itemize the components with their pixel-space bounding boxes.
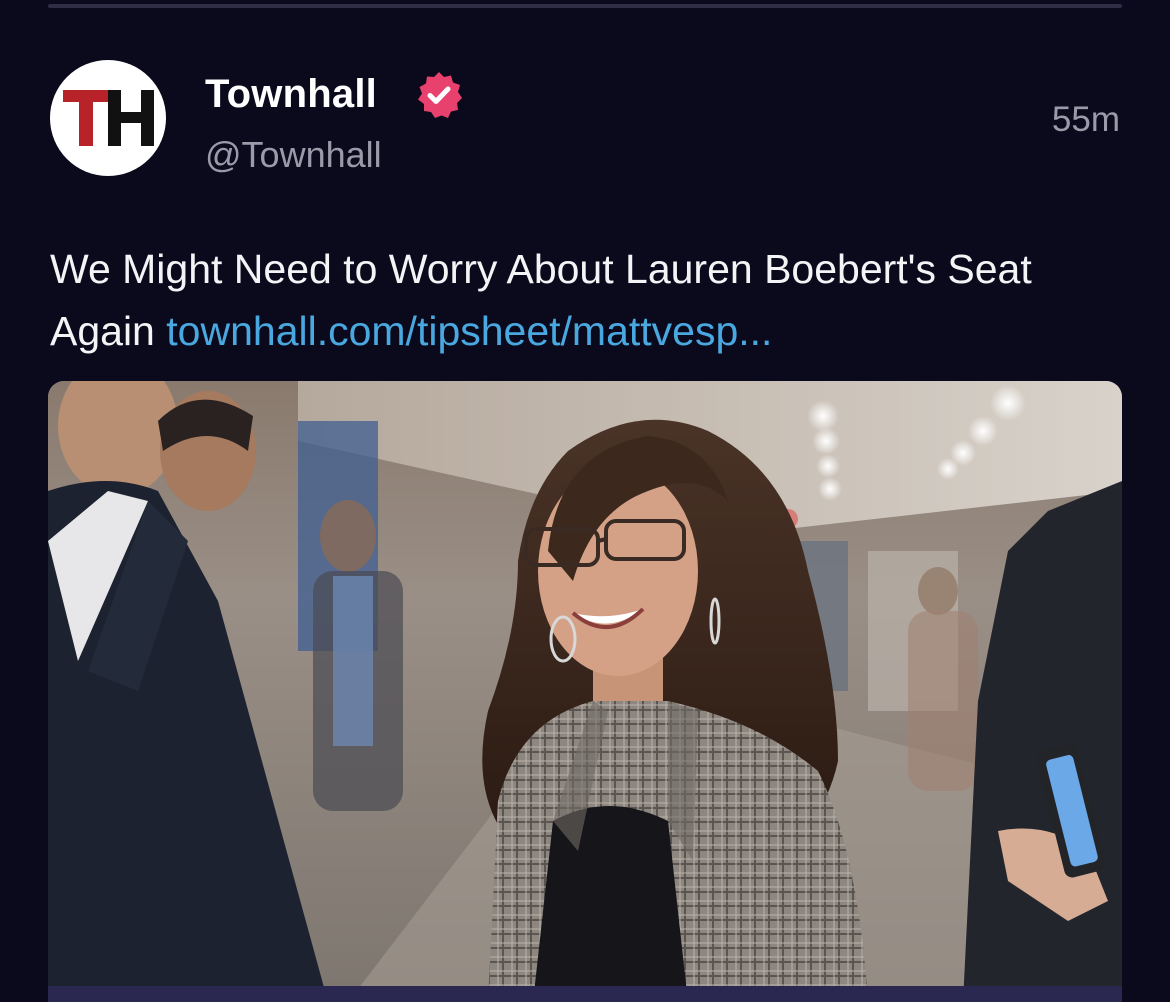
post-link[interactable]: townhall.com/tipsheet/mattvesp...	[166, 308, 772, 354]
townhall-logo-icon	[63, 90, 154, 146]
verified-badge-icon	[418, 72, 462, 118]
news-photo	[48, 381, 1122, 1002]
post-card[interactable]: Townhall @Townhall 55m We Might Need to …	[0, 0, 1170, 1002]
author-handle[interactable]: @Townhall	[205, 134, 382, 176]
post-media-image[interactable]	[48, 381, 1122, 1002]
avatar[interactable]	[50, 60, 166, 176]
post-timestamp[interactable]: 55m	[1052, 100, 1120, 140]
media-bottom-edge	[48, 986, 1122, 1002]
author-name[interactable]: Townhall	[205, 72, 377, 117]
post-text: We Might Need to Worry About Lauren Boeb…	[50, 238, 1130, 362]
top-divider	[48, 4, 1122, 8]
